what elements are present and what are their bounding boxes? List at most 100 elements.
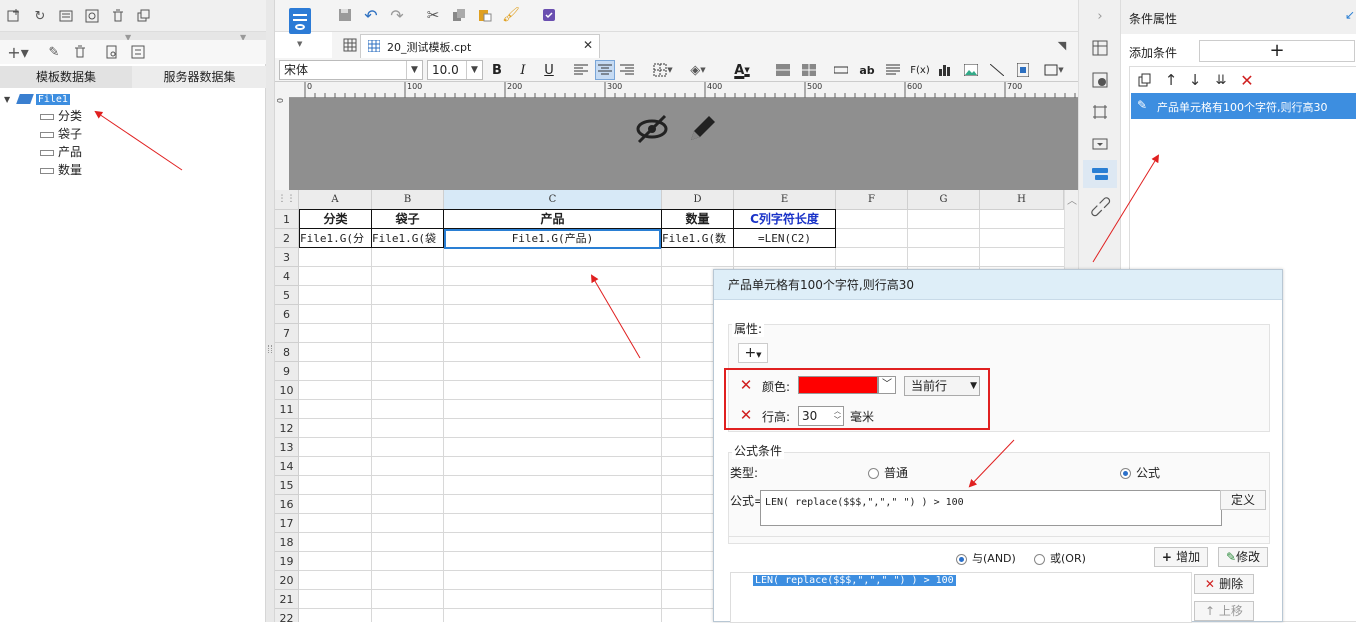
scroll-up-icon[interactable]: ︿ — [1067, 192, 1077, 207]
text-cell-icon[interactable] — [833, 62, 849, 78]
define-button[interactable]: 定义 — [1220, 490, 1266, 510]
column-header[interactable]: C — [444, 190, 662, 210]
chart-icon[interactable] — [937, 62, 953, 78]
add-dataset-icon[interactable] — [6, 8, 22, 24]
font-color-icon[interactable]: A ▼ — [727, 60, 757, 80]
cell-d1[interactable]: 数量 — [662, 210, 733, 229]
row-header[interactable]: 18 — [275, 533, 299, 552]
template-icon[interactable] — [289, 8, 311, 34]
row-header[interactable]: 4 — [275, 267, 299, 286]
font-size-select[interactable]: 10.0 ▼ — [427, 60, 483, 80]
tree-expand-icon[interactable]: ▼ — [4, 95, 10, 104]
split-cells-icon[interactable] — [801, 62, 817, 78]
formula-input[interactable]: LEN( replace($$$,","," ") ) > 100 — [760, 490, 1222, 526]
float-element-icon[interactable] — [1090, 102, 1110, 122]
splitter-grip[interactable] — [268, 345, 272, 353]
column-header[interactable]: E — [734, 190, 836, 210]
cell-a2[interactable]: File1.G(分 — [300, 229, 371, 248]
tab-template-dataset[interactable]: 模板数据集 — [0, 66, 132, 88]
chevron-down-icon[interactable]: ▼ — [466, 61, 482, 79]
radio-selected-icon[interactable] — [956, 553, 967, 565]
row-header[interactable]: 1 — [275, 210, 299, 229]
radio-icon[interactable] — [1034, 553, 1045, 565]
italic-icon[interactable]: I — [515, 62, 531, 78]
fill-color-icon[interactable]: ◈ ▼ — [683, 62, 713, 78]
add-menu-icon[interactable]: +▾ — [5, 43, 31, 62]
cell-attr-icon[interactable] — [1090, 38, 1110, 58]
settings-doc-icon[interactable] — [130, 44, 146, 60]
rich-text-icon[interactable]: ab — [859, 62, 875, 78]
page-header-area[interactable] — [289, 98, 1078, 190]
restore-icon[interactable]: ↙ — [1345, 8, 1355, 22]
tab-server-dataset[interactable]: 服务器数据集 — [133, 66, 266, 88]
row-header[interactable]: 7 — [275, 324, 299, 343]
copy-dataset-icon[interactable] — [136, 8, 152, 24]
tree-root[interactable]: ▼ File1 — [4, 89, 70, 107]
preview-dataset-icon[interactable] — [84, 8, 100, 24]
paste-icon[interactable] — [477, 7, 493, 23]
search-doc-icon[interactable] — [104, 44, 120, 60]
move-up-icon[interactable]: ↑ — [1162, 71, 1180, 89]
align-left-icon[interactable] — [573, 62, 589, 78]
or-radio[interactable]: 或(OR) — [1034, 550, 1086, 566]
and-radio[interactable]: 与(AND) — [956, 550, 1016, 566]
color-swatch[interactable] — [798, 376, 878, 394]
tab-file[interactable]: 20_测试模板.cpt ✕ — [360, 34, 600, 58]
row-header[interactable]: 16 — [275, 495, 299, 514]
slash-icon[interactable] — [989, 62, 1005, 78]
cell-c1[interactable]: 产品 — [444, 210, 661, 229]
tree-field[interactable]: 分类 — [40, 107, 82, 125]
hyperlink-icon[interactable]: ⊂⊃ — [1084, 190, 1116, 222]
row-header[interactable]: 21 — [275, 590, 299, 609]
row-header[interactable]: 6 — [275, 305, 299, 324]
cell-d2[interactable]: File1.G(数 — [662, 229, 733, 248]
sub-report-icon[interactable] — [1015, 62, 1031, 78]
panel-splitter[interactable] — [266, 0, 275, 622]
add-condition-button[interactable]: + — [1199, 40, 1355, 62]
remove-row-height-icon[interactable]: ✕ — [738, 407, 754, 423]
cell-e2[interactable]: =LEN(C2) — [734, 229, 835, 248]
type-normal-radio[interactable]: 普通 — [868, 464, 908, 481]
row-header[interactable]: 13 — [275, 438, 299, 457]
pencil-icon[interactable]: ✎ — [46, 44, 62, 60]
condition-attr-tab[interactable] — [1083, 160, 1117, 188]
align-right-icon[interactable] — [619, 62, 635, 78]
cell-e1[interactable]: C列字符长度 — [734, 210, 835, 229]
add-condition-formula-button[interactable]: + 增加 — [1154, 547, 1208, 567]
column-header[interactable]: F — [836, 190, 908, 210]
cell-b2[interactable]: File1.G(袋 — [372, 229, 443, 248]
cell-element-icon[interactable] — [1090, 70, 1110, 90]
grid-view-icon[interactable] — [342, 37, 358, 53]
paragraph-icon[interactable] — [885, 62, 901, 78]
format-painter-icon[interactable]: 🖌 — [502, 7, 520, 23]
remove-color-icon[interactable]: ✕ — [738, 377, 754, 393]
formula-icon[interactable]: F(x) — [910, 62, 929, 78]
row-height-input[interactable]: 30 ︿ ﹀ — [798, 406, 844, 426]
cell-a1[interactable]: 分类 — [300, 210, 371, 229]
tree-root-label[interactable]: File1 — [35, 94, 70, 105]
check-report-icon[interactable] — [541, 7, 557, 23]
image-icon[interactable] — [963, 62, 979, 78]
row-header[interactable]: 5 — [275, 286, 299, 305]
align-center-icon[interactable] — [595, 60, 615, 80]
condition-formula-item[interactable]: LEN( replace($$$,","," ") ) > 100 — [753, 575, 956, 586]
modify-button[interactable]: ✎修改 — [1218, 547, 1268, 567]
delete-dataset-icon[interactable] — [110, 8, 126, 24]
border-icon[interactable]: ▼ — [651, 62, 675, 78]
select-all-corner[interactable]: ⋮⋮ — [275, 190, 299, 210]
copy-icon[interactable] — [451, 7, 467, 23]
radio-selected-icon[interactable] — [1120, 468, 1131, 479]
edit-dataset-icon[interactable] — [58, 8, 74, 24]
undo-icon[interactable]: ↶ — [363, 6, 379, 25]
row-header[interactable]: 3 — [275, 248, 299, 267]
delete-condition-icon[interactable]: ✕ — [1238, 71, 1256, 90]
cut-icon[interactable]: ✂ — [425, 6, 441, 24]
redo-icon[interactable]: ↷ — [389, 6, 405, 25]
row-header[interactable]: 15 — [275, 476, 299, 495]
radio-icon[interactable] — [868, 468, 879, 479]
condition-list-item[interactable]: ✎ 产品单元格有100个字符,则行高30 — [1131, 93, 1356, 119]
move-bottom-icon[interactable]: ⇊ — [1212, 71, 1230, 89]
cell-b1[interactable]: 袋子 — [372, 210, 443, 229]
column-header[interactable]: B — [372, 190, 444, 210]
row-header[interactable]: 19 — [275, 552, 299, 571]
